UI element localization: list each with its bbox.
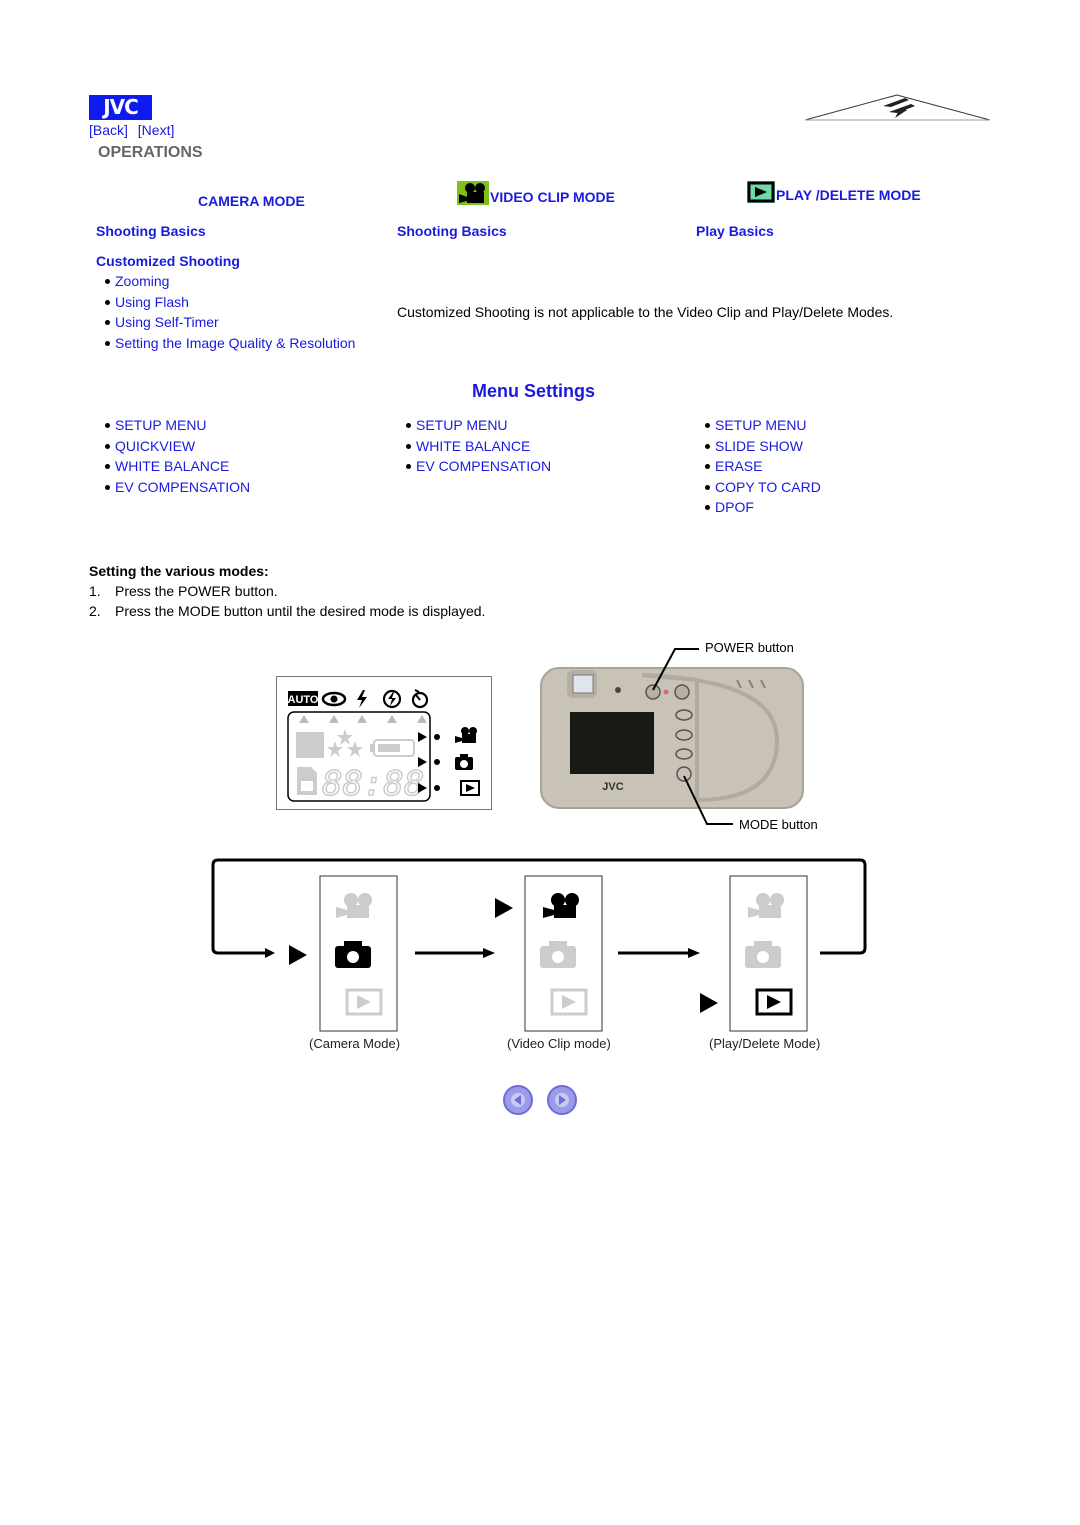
list-item[interactable]: COPY TO CARD xyxy=(690,477,821,498)
play-basics-link[interactable]: Play Basics xyxy=(696,223,774,239)
customized-note: Customized Shooting is not applicable to… xyxy=(397,304,894,320)
list-item[interactable]: EV COMPENSATION xyxy=(391,456,551,477)
page-nav: [Back] [Next] xyxy=(89,122,180,138)
list-item[interactable]: SETUP MENU xyxy=(690,415,821,436)
play-menu-list: SETUP MENU SLIDE SHOW ERASE COPY TO CARD… xyxy=(690,415,821,518)
power-button-label: POWER button xyxy=(705,640,794,655)
list-item[interactable]: WHITE BALANCE xyxy=(90,456,250,477)
self-timer-icon xyxy=(411,689,429,709)
flash-off-icon xyxy=(382,689,402,709)
play-delete-mode-link[interactable]: PLAY /DELETE MODE xyxy=(776,187,921,203)
svg-text:AUTO: AUTO xyxy=(288,694,319,706)
camera-mode-panel xyxy=(319,875,398,1032)
list-item[interactable]: Using Self-Timer xyxy=(90,312,355,333)
step-text: Press the MODE button until the desired … xyxy=(115,603,486,619)
video-menu-list: SETUP MENU WHITE BALANCE EV COMPENSATION xyxy=(391,415,551,477)
time-display: 88:88 xyxy=(322,764,424,804)
list-item[interactable]: WHITE BALANCE xyxy=(391,436,551,457)
step-number: 2. xyxy=(89,603,101,619)
section-title: OPERATIONS xyxy=(98,144,203,161)
list-item[interactable]: SETUP MENU xyxy=(90,415,250,436)
card-icon xyxy=(297,767,317,795)
video-camera-icon xyxy=(455,727,477,743)
step-number: 1. xyxy=(89,583,101,599)
lcd-panel-diagram: AUTO 88:88 xyxy=(276,676,492,810)
arrow-left-icon xyxy=(511,1093,525,1107)
mode-button-label: MODE button xyxy=(739,817,818,832)
customized-shooting-link[interactable]: Customized Shooting xyxy=(96,253,240,269)
stars-icon xyxy=(327,729,363,757)
jvc-logo: JVC xyxy=(89,95,152,120)
next-page-button[interactable] xyxy=(547,1085,577,1115)
camera-brand-label: JVC xyxy=(602,781,623,793)
camera-shooting-basics-link[interactable]: Shooting Basics xyxy=(96,223,206,239)
mode-caption: (Play/Delete Mode) xyxy=(709,1036,821,1051)
video-clip-mode-panel xyxy=(524,875,603,1032)
video-clip-mode-link[interactable]: VIDEO CLIP MODE xyxy=(490,189,615,205)
back-link[interactable]: [Back] xyxy=(89,122,128,138)
red-eye-icon xyxy=(321,691,347,707)
instruction-step: 1. Press the POWER button. xyxy=(89,583,278,599)
list-item[interactable]: QUICKVIEW xyxy=(90,436,250,457)
auto-icon: AUTO xyxy=(288,691,319,706)
flash-icon xyxy=(357,690,367,708)
list-item[interactable]: Using Flash xyxy=(90,292,355,313)
list-item[interactable]: Zooming xyxy=(90,271,355,292)
lightning-logo-icon xyxy=(805,94,990,121)
menu-settings-title: Menu Settings xyxy=(472,381,596,401)
list-item[interactable]: SLIDE SHOW xyxy=(690,436,821,457)
list-item[interactable]: EV COMPENSATION xyxy=(90,477,250,498)
next-link[interactable]: [Next] xyxy=(138,122,175,138)
play-delete-mode-panel xyxy=(729,875,808,1032)
camera-menu-list: SETUP MENU QUICKVIEW WHITE BALANCE EV CO… xyxy=(90,415,250,497)
instruction-step: 2. Press the MODE button until the desire… xyxy=(89,603,485,619)
mode-caption: (Video Clip mode) xyxy=(507,1036,611,1051)
instructions-heading: Setting the various modes: xyxy=(89,563,269,579)
video-camera-icon xyxy=(457,181,489,205)
list-item[interactable]: SETUP MENU xyxy=(391,415,551,436)
quality-grid-icon xyxy=(296,732,324,758)
video-shooting-basics-link[interactable]: Shooting Basics xyxy=(397,223,507,239)
mode-cycle-diagram: (Camera Mode) (Video Clip mode) (Play/De… xyxy=(205,855,875,1060)
mode-button xyxy=(676,766,692,782)
list-item[interactable]: Setting the Image Quality & Resolution xyxy=(90,333,355,354)
play-icon xyxy=(460,780,480,796)
camera-photo: JVC POWER button MODE button xyxy=(537,640,837,840)
play-delete-mode-header: PLAY /DELETE MODE xyxy=(747,181,921,203)
arrow-right-icon xyxy=(555,1093,569,1107)
list-item[interactable]: DPOF xyxy=(690,497,821,518)
previous-page-button[interactable] xyxy=(503,1085,533,1115)
video-clip-mode-header: VIDEO CLIP MODE xyxy=(457,181,615,205)
list-item[interactable]: ERASE xyxy=(690,456,821,477)
step-text: Press the POWER button. xyxy=(115,583,278,599)
customized-shooting-list: Zooming Using Flash Using Self-Timer Set… xyxy=(90,271,355,353)
battery-icon xyxy=(370,739,415,757)
camera-icon xyxy=(455,754,473,770)
mode-caption: (Camera Mode) xyxy=(309,1036,401,1051)
camera-mode-link[interactable]: CAMERA MODE xyxy=(198,193,305,209)
play-icon xyxy=(747,181,775,203)
power-button xyxy=(645,684,661,700)
